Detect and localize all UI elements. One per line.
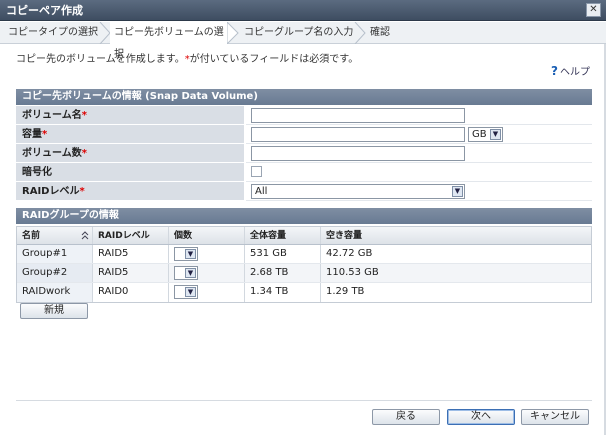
dialog-title: コピーペア作成 <box>6 4 83 17</box>
step-separator-icon <box>227 22 239 44</box>
cell-total-capacity: 2.68 TB <box>245 264 321 282</box>
step-confirm: 確認 <box>370 27 390 38</box>
cell-count: ▼ <box>169 245 245 263</box>
raid-group-table: 名前 RAIDレベル 個数 全体容量 空き容量 Group#1 RAID5 ▼ … <box>16 226 592 303</box>
cancel-button[interactable]: キャンセル <box>521 409 589 425</box>
capacity-label: 容量* <box>16 125 244 144</box>
wizard-steps: コピータイプの選択 コピー先ボリュームの選択 コピーグループ名の入力 確認 <box>0 22 606 60</box>
encryption-checkbox[interactable] <box>251 166 262 177</box>
volume-name-input[interactable] <box>251 108 465 123</box>
chevron-down-icon: ▼ <box>452 186 463 197</box>
cell-free-capacity: 110.53 GB <box>326 267 379 278</box>
chevron-down-icon: ▼ <box>185 249 196 259</box>
table-row[interactable]: Group#1 RAID5 ▼ 531 GB 42.72 GB <box>17 245 591 264</box>
column-name[interactable]: 名前 <box>17 227 93 244</box>
raid-level-label: RAIDレベル* <box>16 182 244 201</box>
cell-total-capacity: 1.34 TB <box>245 283 321 302</box>
sort-icon <box>81 231 89 240</box>
step-group-name: コピーグループ名の入力 <box>244 27 354 38</box>
encryption-label: 暗号化 <box>16 163 244 182</box>
cell-raid-level: RAID0 <box>93 283 169 302</box>
cell-count: ▼ <box>169 283 245 302</box>
raid-section-header: RAIDグループの情報 <box>16 208 592 224</box>
close-icon: ✕ <box>589 4 598 15</box>
cell-free-capacity: 1.29 TB <box>326 286 365 297</box>
chevron-down-icon: ▼ <box>490 129 501 140</box>
back-button[interactable]: 戻る <box>372 409 440 425</box>
table-row[interactable]: Group#2 RAID5 ▼ 2.68 TB 110.53 GB <box>17 264 591 283</box>
step-target-volume: コピー先ボリュームの選択 <box>110 22 227 60</box>
cell-name: RAIDwork <box>17 283 93 302</box>
help-icon: ? <box>551 64 558 78</box>
volume-name-row: ボリューム名* <box>16 106 592 125</box>
table-row[interactable]: RAIDwork RAID0 ▼ 1.34 TB 1.29 TB <box>17 283 591 302</box>
footer-divider <box>16 400 592 401</box>
column-free-capacity[interactable]: 空き容量 <box>321 227 593 244</box>
capacity-row: 容量* GB ▼ <box>16 125 592 144</box>
volume-count-input[interactable] <box>251 146 465 161</box>
help-label: ヘルプ <box>560 67 590 78</box>
cell-count: ▼ <box>169 264 245 282</box>
capacity-unit-select[interactable]: GB ▼ <box>468 127 503 142</box>
cell-raid-level: RAID5 <box>93 245 169 263</box>
raid-level-row: RAIDレベル* All ▼ <box>16 182 592 201</box>
chevron-down-icon: ▼ <box>185 287 196 297</box>
help-link[interactable]: ? ヘルプ <box>551 63 590 78</box>
close-button[interactable]: ✕ <box>586 3 601 17</box>
volume-count-label: ボリューム数* <box>16 144 244 163</box>
cell-free-capacity: 42.72 GB <box>326 248 373 259</box>
chevron-down-icon: ▼ <box>185 268 196 278</box>
count-select[interactable]: ▼ <box>174 285 198 299</box>
cell-total-capacity: 531 GB <box>245 245 321 263</box>
cell-name: Group#2 <box>17 264 93 282</box>
step-copy-type: コピータイプの選択 <box>8 27 98 38</box>
cell-raid-level: RAID5 <box>93 264 169 282</box>
volume-name-label: ボリューム名* <box>16 106 244 125</box>
encryption-row: 暗号化 <box>16 163 592 182</box>
raid-level-select[interactable]: All ▼ <box>251 184 465 199</box>
capacity-input[interactable] <box>251 127 465 142</box>
volume-count-row: ボリューム数* <box>16 144 592 163</box>
cell-name: Group#1 <box>17 245 93 263</box>
description-text: コピー先のボリュームを作成します。*が付いているフィールドは必須です。 <box>16 54 359 65</box>
next-button[interactable]: 次へ <box>447 409 515 425</box>
count-select[interactable]: ▼ <box>174 247 198 261</box>
column-raid-level[interactable]: RAIDレベル <box>93 227 169 244</box>
volume-section-header: コピー先ボリュームの情報 (Snap Data Volume) <box>16 89 592 105</box>
step-separator-icon <box>354 22 366 44</box>
count-select[interactable]: ▼ <box>174 266 198 280</box>
table-header: 名前 RAIDレベル 個数 全体容量 空き容量 <box>17 227 591 245</box>
column-count[interactable]: 個数 <box>169 227 245 244</box>
column-total-capacity[interactable]: 全体容量 <box>245 227 321 244</box>
dialog-titlebar: コピーペア作成 ✕ <box>0 0 606 21</box>
new-raid-group-button[interactable]: 新規 <box>20 303 88 319</box>
